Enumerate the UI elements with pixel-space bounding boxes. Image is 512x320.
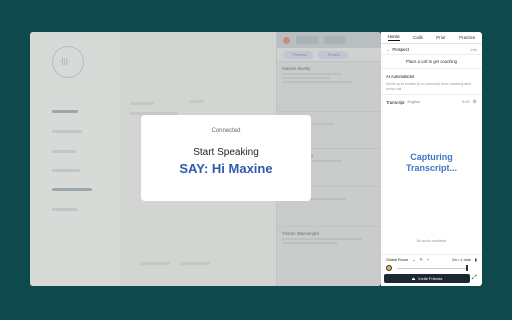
chevron-down-icon[interactable]: ⌄ <box>412 257 415 262</box>
capturing-transcript-status: Capturing Transcript... <box>381 152 482 174</box>
ai-automations-title: AI Automations <box>386 74 415 79</box>
no-audio-message: No audio available <box>416 239 447 243</box>
sidebar-nav-item[interactable] <box>52 169 80 172</box>
room-select[interactable]: Global Room <box>386 258 408 262</box>
signal-icon: ▮ <box>474 257 477 262</box>
edit-icon[interactable]: ✎ <box>420 257 423 262</box>
feed-tab[interactable] <box>296 36 318 44</box>
capturing-line-1: Capturing <box>410 152 453 162</box>
language-select[interactable]: English <box>407 100 459 104</box>
sidebar-nav-item[interactable] <box>52 110 78 113</box>
sidebar-nav-item[interactable] <box>52 130 82 133</box>
panel-tabs: Home Calls Prior Practice <box>381 32 482 44</box>
transcript-header: Transcript English 0:00 ⚙ <box>381 95 482 109</box>
feed-topbar <box>277 32 381 48</box>
connection-status: Connected <box>211 128 241 134</box>
ai-automations-section: AI Automations Scroll up to enable AI on… <box>381 69 482 96</box>
user-row <box>381 264 482 272</box>
feed-card[interactable]: Maxine Beatty <box>277 61 381 111</box>
app-logo: ·|||· <box>52 46 84 78</box>
call-message: Place a call to get coaching <box>381 55 482 69</box>
volume-slider[interactable] <box>397 264 468 271</box>
invite-friends-label: Invite Friends <box>418 276 443 281</box>
call-prompt-modal: Connected Start Speaking SAY: Hi Maxine <box>141 115 311 201</box>
expand-icon[interactable]: ⤢ <box>472 275 477 282</box>
record-dot-icon[interactable] <box>283 36 290 44</box>
ai-automations-description: Scroll up to enable AI on personal form … <box>386 82 472 91</box>
sidebar-nav-item[interactable] <box>52 150 76 153</box>
chevron-down-icon[interactable]: ⌄ <box>386 47 389 52</box>
transcript-timer: 0:00 <box>462 100 470 105</box>
filter-phones[interactable]: Phones <box>283 50 313 59</box>
tab-calls[interactable]: Calls <box>413 35 423 40</box>
person-add-icon: ⏏ <box>411 276 416 281</box>
slider-handle[interactable] <box>466 264 468 271</box>
coaching-panel: Home Calls Prior Practice ⌄ Prospect Inf… <box>381 32 482 286</box>
app-sidebar: ·|||· <box>30 32 120 286</box>
transcript-label: Transcript <box>386 99 405 105</box>
prospect-label: Prospect <box>392 46 409 52</box>
tab-prior[interactable]: Prior <box>436 35 446 40</box>
contact-name: Maxine Beatty <box>282 66 311 71</box>
sidebar-nav-item[interactable] <box>52 208 78 211</box>
prospect-row[interactable]: ⌄ Prospect Info <box>381 44 482 55</box>
modal-heading: Start Speaking <box>193 147 259 158</box>
contact-name: Tristan Wainwright <box>282 231 319 236</box>
room-controls: Global Room ⌄ ✎ + 2m • 1 dots ▮ <box>381 254 482 264</box>
invite-friends-button[interactable]: ⏏ Invite Friends <box>384 274 470 283</box>
feed-tab[interactable] <box>324 36 346 44</box>
tab-home[interactable]: Home <box>387 34 400 41</box>
prospect-info-link[interactable]: Info <box>470 47 477 52</box>
filter-emails[interactable]: Emails <box>318 50 348 59</box>
add-icon[interactable]: + <box>427 257 429 262</box>
feed-filters: Phones Emails <box>277 48 381 61</box>
opening-line: SAY: Hi Maxine <box>179 161 273 176</box>
gear-icon[interactable]: ⚙ <box>473 99 477 105</box>
avatar[interactable] <box>386 265 392 271</box>
room-time: 2m • 1 dots <box>451 257 471 262</box>
sidebar-nav-item[interactable] <box>52 188 92 191</box>
feed-card[interactable]: Tristan Wainwright <box>277 226 381 276</box>
capturing-line-2: Transcript... <box>405 163 458 173</box>
tab-practice[interactable]: Practice <box>459 35 475 40</box>
